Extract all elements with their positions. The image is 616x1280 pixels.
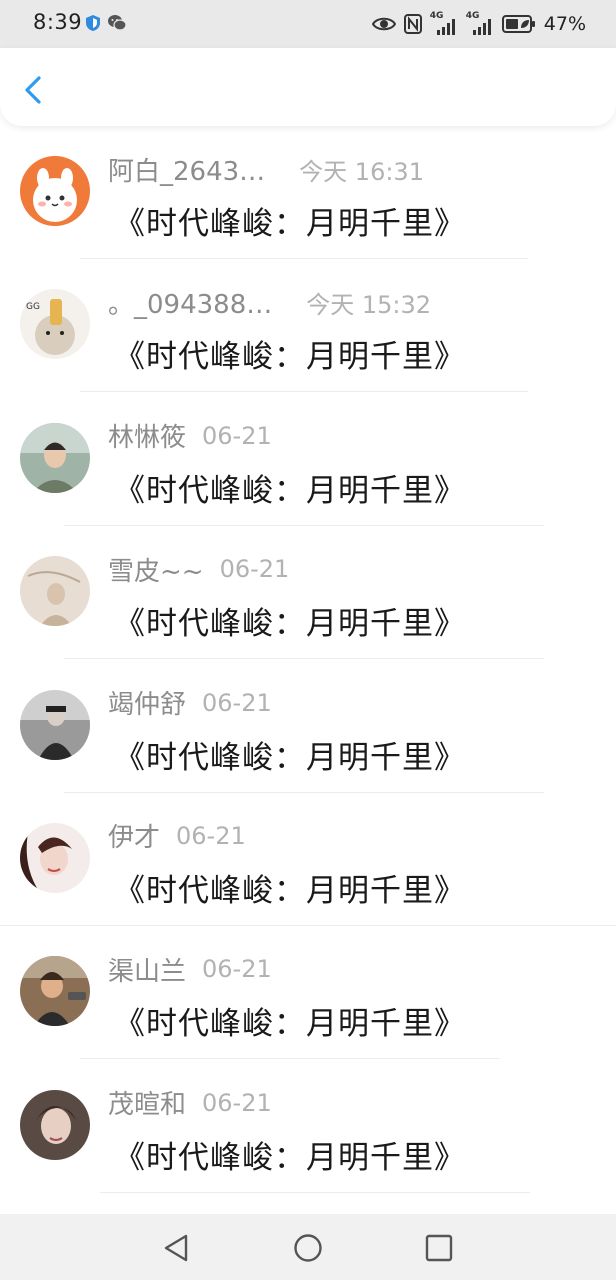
message-time: 06-21 <box>202 421 272 450</box>
meta-row: 阿白_2643… 今天 16:31 <box>108 152 424 187</box>
navigation-bar <box>0 1214 616 1280</box>
top-header <box>0 48 616 126</box>
list-item[interactable]: 竭仲舒 06-21 《时代峰峻：月明千里》 <box>0 660 616 793</box>
meta-row: 。_094388… 今天 15:32 <box>108 285 432 320</box>
list-item[interactable]: 茂暄和 06-21 《时代峰峻：月明千里》 <box>0 1060 616 1193</box>
message-time: 06-21 <box>202 1088 272 1117</box>
list-item[interactable]: 伊才 06-21 《时代峰峻：月明千里》 <box>0 793 616 926</box>
recents-square-icon[interactable] <box>423 1232 455 1264</box>
message-text: 《时代峰峻：月明千里》 <box>114 1139 466 1176</box>
divider <box>100 1191 530 1193</box>
signal-indicator-1: 4G <box>430 11 458 35</box>
wechat-icon <box>108 15 127 31</box>
avatar-image <box>20 689 90 760</box>
meta-row: 伊才 06-21 <box>108 819 246 854</box>
avatar-image <box>20 156 90 226</box>
message-time: 06-21 <box>202 688 272 717</box>
meta-row: 雪皮~~ 06-21 <box>108 552 290 587</box>
signal-icon <box>472 19 491 35</box>
message-text: 《时代峰峻：月明千里》 <box>114 206 466 242</box>
message-text: 《时代峰峻：月明千里》 <box>114 872 466 909</box>
nfc-icon <box>403 14 422 34</box>
avatar[interactable] <box>20 156 90 226</box>
avatar[interactable] <box>20 956 90 1027</box>
list-item[interactable]: 雪皮~~ 06-21 《时代峰峻：月明千里》 <box>0 526 616 660</box>
chevron-left-icon[interactable] <box>16 70 52 110</box>
list-item[interactable]: GG 。_094388… 今天 15:32 《时代峰峻：月明千里》 <box>0 259 616 393</box>
message-time: 06-21 <box>176 821 246 850</box>
meta-row: 茂暄和 06-21 <box>108 1086 272 1121</box>
eye-icon <box>371 17 396 31</box>
battery-icon <box>501 15 535 33</box>
avatar[interactable] <box>20 422 90 493</box>
shield-icon <box>86 15 100 31</box>
sender-name: 竭仲舒 <box>108 690 187 721</box>
signal-icon <box>436 19 455 35</box>
avatar-image <box>20 422 90 493</box>
status-bar: 8:39 4G 4G 47% <box>0 0 616 48</box>
sender-name: 雪皮~~ <box>108 556 204 587</box>
avatar[interactable] <box>20 822 90 893</box>
message-list: 阿白_2643… 今天 16:31 《时代峰峻：月明千里》 GG 。_09438… <box>0 126 616 1193</box>
list-item[interactable]: 渠山兰 06-21 《时代峰峻：月明千里》 <box>0 926 616 1060</box>
message-text: 《时代峰峻：月明千里》 <box>114 739 466 776</box>
sender-name: 林惏筱 <box>108 423 187 454</box>
avatar-image: GG <box>20 289 90 360</box>
list-item[interactable]: 林惏筱 06-21 《时代峰峻：月明千里》 <box>0 393 616 526</box>
avatar-image <box>20 956 90 1027</box>
meta-row: 林惏筱 06-21 <box>108 419 272 454</box>
message-text: 《时代峰峻：月明千里》 <box>114 1006 466 1043</box>
signal-indicator-2: 4G <box>466 11 494 35</box>
screen: 8:39 4G 4G 47% 阿白_2643… 今天 16:31 《时代峰峻：月… <box>0 0 616 1280</box>
status-time: 8:39 <box>33 10 83 34</box>
home-circle-icon[interactable] <box>292 1232 324 1264</box>
message-text: 《时代峰峻：月明千里》 <box>114 472 466 509</box>
avatar-image <box>20 1089 90 1160</box>
sender-name: 。_094388… <box>108 289 273 320</box>
avatar-image <box>20 556 90 627</box>
svg-text:GG: GG <box>26 302 40 312</box>
message-time: 今天 15:32 <box>306 290 432 319</box>
avatar[interactable] <box>20 689 90 760</box>
message-text: 《时代峰峻：月明千里》 <box>114 606 466 643</box>
message-time: 06-21 <box>202 955 272 984</box>
message-time: 06-21 <box>219 555 290 584</box>
sender-name: 阿白_2643… <box>108 156 266 187</box>
back-triangle-icon[interactable] <box>160 1232 192 1264</box>
meta-row: 竭仲舒 06-21 <box>108 686 272 721</box>
avatar[interactable] <box>20 556 90 627</box>
avatar-image <box>20 822 90 893</box>
sender-name: 茂暄和 <box>108 1090 187 1121</box>
meta-row: 渠山兰 06-21 <box>108 952 272 987</box>
message-text: 《时代峰峻：月明千里》 <box>114 339 466 376</box>
sender-name: 渠山兰 <box>108 956 187 987</box>
avatar[interactable]: GG <box>20 289 90 360</box>
message-time: 今天 16:31 <box>299 157 424 186</box>
status-icons: 4G 4G 47% <box>371 9 586 39</box>
list-item[interactable]: 阿白_2643… 今天 16:31 《时代峰峻：月明千里》 <box>0 126 616 259</box>
avatar[interactable] <box>20 1089 90 1160</box>
battery-percent: 47% <box>543 13 586 35</box>
sender-name: 伊才 <box>108 823 161 854</box>
